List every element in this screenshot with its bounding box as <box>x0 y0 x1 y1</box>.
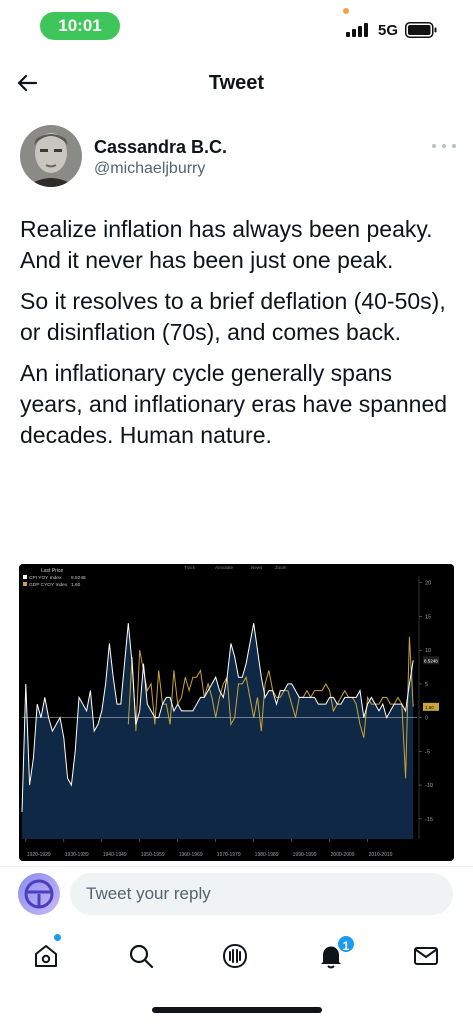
chart-toolbar-annotate: Annotate <box>215 565 234 570</box>
reply-bar: Tweet your reply <box>0 866 473 924</box>
legend-label-gdp: GDP CYOY Index <box>29 582 68 588</box>
chart-toolbar-zoom: Zoom <box>275 565 287 570</box>
inflation-chart: 20151050-5-10-158.52481.601920-1929 1930-… <box>19 564 454 861</box>
legend-swatch-gdp <box>23 582 27 586</box>
chart-toolbar-news: News <box>251 565 263 570</box>
tweet-chart-image[interactable]: 20 15 10 5 0 -5 -10 -15 8.5248 1.60 1920-1929 1930-… <box>19 564 454 861</box>
home-indicator <box>152 1007 322 1013</box>
status-bar: 10:01 5G <box>0 0 473 52</box>
gdp-last-value-label: 1.60 <box>425 705 434 710</box>
legend-title: Last Price <box>41 568 63 574</box>
more-dot-icon <box>432 144 436 148</box>
x-tick-label: 1940-1949 <box>103 852 127 858</box>
spaces-icon <box>222 943 248 969</box>
tab-spaces[interactable] <box>215 936 255 976</box>
x-tick-label: 1980-1989 <box>255 852 279 858</box>
x-tick-label: 1930-1939 <box>65 852 89 858</box>
notification-badge: 1 <box>336 934 356 954</box>
more-dot-icon <box>442 144 446 148</box>
bottom-tab-bar <box>0 928 473 984</box>
tweet-paragraph: So it resolves to a brief deflation (40-… <box>20 288 446 345</box>
tweet-paragraph: An inflationary cycle generally spans ye… <box>20 360 448 448</box>
status-time: 10:01 <box>40 12 120 40</box>
battery-icon <box>405 22 437 38</box>
avatar-image <box>20 125 82 187</box>
legend-value-gdp: 1.60 <box>71 582 81 588</box>
y-tick-label: -5 <box>425 749 430 755</box>
y-tick-label: 10 <box>425 648 431 654</box>
chart-toolbar-track: Track <box>184 565 196 570</box>
cpi-last-value-label: 8.5248 <box>424 658 438 663</box>
user-avatar <box>18 873 60 915</box>
home-unread-dot <box>54 934 61 941</box>
tab-search[interactable] <box>121 936 161 976</box>
reply-input[interactable]: Tweet your reply <box>70 873 453 915</box>
author-handle[interactable]: @michaeljburry <box>94 160 205 178</box>
legend-label-cpi: CPI YOY Index <box>29 575 62 581</box>
top-navigation: Tweet <box>0 58 473 108</box>
author-name[interactable]: Cassandra B.C. <box>94 137 227 158</box>
tab-home[interactable] <box>26 936 66 976</box>
y-tick-label: 5 <box>425 682 428 688</box>
legend-value-cpi: 8.5248 <box>71 575 86 581</box>
x-tick-label: 1920-1929 <box>27 852 51 858</box>
messages-icon <box>414 947 438 965</box>
page-title: Tweet <box>208 72 265 94</box>
x-tick-label: 1990-1999 <box>293 852 317 858</box>
tab-messages[interactable] <box>406 936 446 976</box>
author-avatar[interactable] <box>20 125 82 187</box>
signal-icon <box>346 23 372 37</box>
y-tick-label: -15 <box>425 817 433 823</box>
tweet-text: Realize inflation has always been peaky.… <box>20 214 455 461</box>
search-icon <box>129 944 154 969</box>
y-tick-label: -10 <box>425 783 433 789</box>
home-icon <box>35 945 57 967</box>
y-tick-label: 0 <box>425 716 428 722</box>
steering-wheel-icon <box>24 879 54 909</box>
y-tick-label: 20 <box>425 581 431 587</box>
y-tick-label: 15 <box>425 614 431 620</box>
more-dot-icon <box>452 144 456 148</box>
privacy-indicator-dot <box>343 8 349 14</box>
x-tick-label: 2000-2009 <box>331 852 355 858</box>
x-tick-label: 1970-1979 <box>217 852 241 858</box>
x-tick-label: 2010-2019 <box>369 852 393 858</box>
x-tick-label: 1950-1959 <box>141 852 165 858</box>
x-tick-label: 1960-1969 <box>179 852 203 858</box>
more-options-button[interactable] <box>432 138 456 154</box>
network-label: 5G <box>378 22 399 39</box>
tweet-paragraph: Realize inflation has always been peaky.… <box>20 216 433 273</box>
legend-swatch-cpi <box>23 575 27 579</box>
